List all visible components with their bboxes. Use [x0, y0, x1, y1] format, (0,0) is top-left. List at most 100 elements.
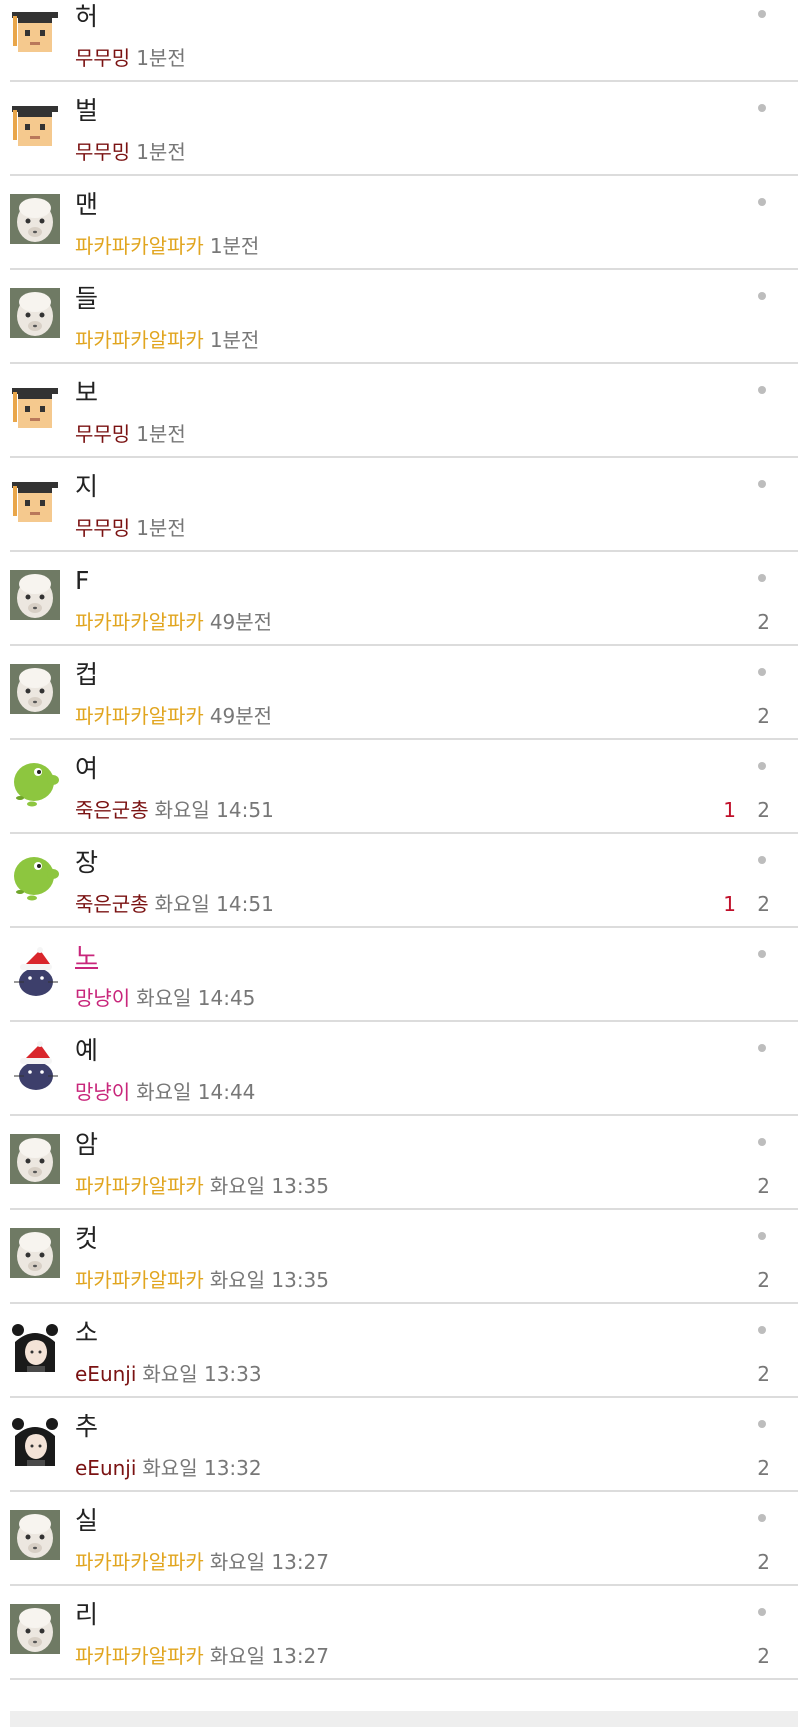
- post-title[interactable]: 예: [75, 1036, 98, 1066]
- post-row[interactable]: 지무무밍 1분전: [10, 458, 798, 552]
- post-author[interactable]: 파카파카알파카: [75, 1268, 204, 1292]
- post-title[interactable]: 맨: [75, 190, 98, 220]
- new-comment-count: 1: [723, 798, 736, 822]
- post-author[interactable]: 파카파카알파카: [75, 1644, 204, 1668]
- post-row[interactable]: 암 파카파카알파카 화요일 13:35 2: [10, 1116, 798, 1210]
- post-meta: 파카파카알파카 49분전: [75, 610, 272, 634]
- post-author[interactable]: 파카파카알파카: [75, 234, 204, 258]
- green-bird-avatar-icon[interactable]: [10, 852, 60, 902]
- post-title[interactable]: 실: [75, 1506, 98, 1536]
- alpaca-avatar-icon[interactable]: [10, 1134, 60, 1184]
- alpaca-avatar-icon[interactable]: [10, 1228, 60, 1278]
- post-author[interactable]: 망냥이: [75, 1080, 130, 1104]
- alpaca-avatar-icon[interactable]: [10, 1604, 60, 1654]
- post-title[interactable]: 허: [75, 2, 98, 32]
- post-author[interactable]: 무무밍: [75, 516, 130, 540]
- dark-hair-girl-avatar-icon[interactable]: [10, 1322, 60, 1372]
- post-row[interactable]: 예망냥이 화요일 14:44: [10, 1022, 798, 1116]
- post-row[interactable]: 보무무밍 1분전: [10, 364, 798, 458]
- graduation-cap-avatar-icon[interactable]: [10, 382, 60, 432]
- post-time: 1분전: [136, 422, 186, 446]
- alpaca-avatar-icon[interactable]: [10, 194, 60, 244]
- post-row[interactable]: 장 죽은군총 화요일 14:51 1 2: [10, 834, 798, 928]
- santa-cat-avatar-icon[interactable]: [10, 946, 60, 996]
- post-time: 화요일 13:27: [209, 1644, 330, 1668]
- post-meta: 망냥이 화요일 14:44: [75, 1080, 255, 1104]
- post-meta: 망냥이 화요일 14:45: [75, 986, 255, 1010]
- post-meta: 파카파카알파카 화요일 13:27: [75, 1644, 329, 1668]
- comment-count: 2: [757, 892, 770, 916]
- post-row[interactable]: F 파카파카알파카 49분전 2: [10, 552, 798, 646]
- graduation-cap-avatar-icon[interactable]: [10, 476, 60, 526]
- post-time: 화요일 13:27: [209, 1550, 330, 1574]
- post-row[interactable]: 소 eEunji 화요일 13:33 2: [10, 1304, 798, 1398]
- post-title[interactable]: 벌: [75, 96, 98, 126]
- post-title[interactable]: 보: [75, 378, 98, 408]
- post-time: 1분전: [209, 234, 260, 258]
- post-title[interactable]: 노: [75, 942, 98, 972]
- post-author[interactable]: eEunji: [75, 1362, 136, 1386]
- dark-hair-girl-avatar-icon[interactable]: [10, 1416, 60, 1466]
- load-more-bar[interactable]: [10, 1711, 798, 1727]
- post-title[interactable]: 컷: [75, 1224, 98, 1254]
- comment-count: 2: [757, 1268, 770, 1292]
- graduation-cap-avatar-icon[interactable]: [10, 6, 60, 56]
- post-meta: 무무밍 1분전: [75, 516, 186, 540]
- post-row[interactable]: 추 eEunji 화요일 13:32 2: [10, 1398, 798, 1492]
- post-author[interactable]: 죽은군총: [75, 892, 149, 916]
- post-title[interactable]: 들: [75, 284, 98, 314]
- post-time: 화요일 13:33: [142, 1362, 262, 1386]
- post-row[interactable]: 리 파카파카알파카 화요일 13:27 2: [10, 1586, 798, 1680]
- alpaca-avatar-icon[interactable]: [10, 664, 60, 714]
- post-title[interactable]: 여: [75, 754, 98, 784]
- post-author[interactable]: 파카파카알파카: [75, 1174, 204, 1198]
- post-author[interactable]: 죽은군총: [75, 798, 149, 822]
- post-time: 49분전: [209, 704, 273, 728]
- post-meta: 무무밍 1분전: [75, 140, 186, 164]
- post-author[interactable]: 무무밍: [75, 140, 130, 164]
- post-row[interactable]: 실파카파카알파카 화요일 13:27 2: [10, 1492, 798, 1586]
- post-row[interactable]: 컵 파카파카알파카 49분전 2: [10, 646, 798, 740]
- post-row[interactable]: 들 파카파카알파카 1분전: [10, 270, 798, 364]
- post-author[interactable]: 파카파카알파카: [75, 704, 204, 728]
- comment-count: 2: [757, 610, 770, 634]
- post-author[interactable]: 무무밍: [75, 46, 130, 70]
- alpaca-avatar-icon[interactable]: [10, 570, 60, 620]
- post-title[interactable]: 추: [75, 1412, 98, 1442]
- post-meta: 파카파카알파카 49분전: [75, 704, 272, 728]
- post-row[interactable]: 맨파카파카알파카 1분전: [10, 176, 798, 270]
- post-author[interactable]: 파카파카알파카: [75, 328, 204, 352]
- post-title[interactable]: 장: [75, 848, 98, 878]
- read-status-dot-icon: [758, 1608, 766, 1616]
- graduation-cap-avatar-icon[interactable]: [10, 100, 60, 150]
- green-bird-avatar-icon[interactable]: [10, 758, 60, 808]
- post-time: 1분전: [136, 46, 186, 70]
- post-author[interactable]: 무무밍: [75, 422, 130, 446]
- post-author[interactable]: 파카파카알파카: [75, 610, 204, 634]
- read-status-dot-icon: [758, 1514, 766, 1522]
- post-row[interactable]: 벌무무밍 1분전: [10, 82, 798, 176]
- post-row[interactable]: 허무무밍 1분전: [10, 0, 798, 82]
- post-author[interactable]: eEunji: [75, 1456, 136, 1480]
- post-meta: eEunji 화요일 13:33: [75, 1362, 262, 1386]
- post-author[interactable]: 망냥이: [75, 986, 130, 1010]
- santa-cat-avatar-icon[interactable]: [10, 1040, 60, 1090]
- post-title[interactable]: 암: [75, 1130, 98, 1160]
- post-time: 화요일 14:45: [136, 986, 256, 1010]
- post-title[interactable]: 지: [75, 472, 98, 502]
- alpaca-avatar-icon[interactable]: [10, 1510, 60, 1560]
- post-row[interactable]: 노망냥이 화요일 14:45: [10, 928, 798, 1022]
- read-status-dot-icon: [758, 480, 766, 488]
- post-title[interactable]: 소: [75, 1318, 98, 1348]
- post-author[interactable]: 파카파카알파카: [75, 1550, 204, 1574]
- comment-count: 2: [757, 1550, 770, 1574]
- post-title[interactable]: F: [75, 566, 89, 596]
- alpaca-avatar-icon[interactable]: [10, 288, 60, 338]
- read-status-dot-icon: [758, 950, 766, 958]
- post-time: 화요일 14:44: [136, 1080, 256, 1104]
- post-row[interactable]: 컷 파카파카알파카 화요일 13:35 2: [10, 1210, 798, 1304]
- post-title[interactable]: 컵: [75, 660, 98, 690]
- post-row[interactable]: 여 죽은군총 화요일 14:51 1 2: [10, 740, 798, 834]
- post-meta: 죽은군총 화요일 14:51: [75, 892, 274, 916]
- post-title[interactable]: 리: [75, 1600, 98, 1630]
